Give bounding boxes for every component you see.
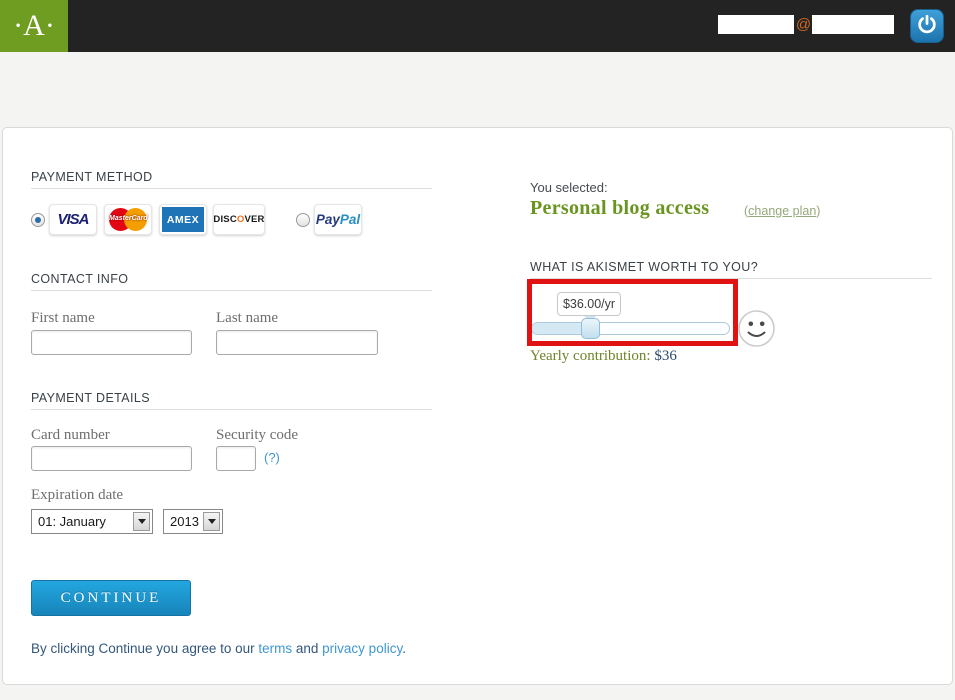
akismet-logo[interactable]: ·A· [0, 0, 68, 52]
discover-icon: DISCOVER [213, 214, 264, 225]
expiration-month-value: 01: January [32, 514, 133, 529]
privacy-policy-link[interactable]: privacy policy [322, 641, 402, 656]
security-code-help-link[interactable]: (?) [264, 450, 280, 465]
card-number-label: Card number [31, 427, 110, 444]
payment-details-divider [31, 409, 432, 410]
last-name-label: Last name [216, 310, 278, 327]
first-name-label: First name [31, 310, 95, 327]
worth-divider [530, 278, 932, 279]
change-plan-link[interactable]: (change plan) [744, 204, 820, 218]
contribution-amount: $36 [654, 348, 677, 364]
smiley-face-icon [737, 309, 776, 353]
terms-link[interactable]: terms [258, 641, 292, 656]
expiration-year-select[interactable]: 2013 [163, 509, 223, 534]
contribution-slider[interactable] [531, 322, 730, 335]
amex-card-icon[interactable]: AMEX [159, 204, 207, 235]
month-dropdown-button[interactable] [133, 512, 150, 531]
paypal-icon: PayPal [316, 212, 360, 227]
plan-name: Personal blog access [530, 197, 709, 220]
continue-button[interactable]: CONTINUE [31, 580, 191, 616]
expiration-date-label: Expiration date [31, 487, 123, 504]
year-dropdown-button[interactable] [203, 512, 220, 531]
visa-card-icon[interactable]: VISA [49, 204, 97, 235]
header-bar: ·A· @ [0, 0, 955, 52]
amex-icon: AMEX [162, 207, 204, 232]
mastercard-icon: MasterCard [109, 208, 147, 231]
power-icon [916, 13, 938, 40]
expiration-month-select[interactable]: 01: January [31, 509, 153, 534]
legal-text: By clicking Continue you agree to our te… [31, 641, 406, 656]
you-selected-label: You selected: [530, 180, 608, 195]
mastercard-card-icon[interactable]: MasterCard [104, 204, 152, 235]
contact-info-title: CONTACT INFO [31, 272, 128, 286]
slider-value-tooltip: $36.00/yr [557, 292, 621, 316]
chevron-down-icon [138, 519, 146, 524]
payment-method-title: PAYMENT METHOD [31, 170, 153, 184]
slider-handle[interactable] [581, 318, 600, 339]
yearly-contribution: Yearly contribution: $36 [530, 348, 677, 365]
last-name-input[interactable] [216, 330, 378, 355]
payment-method-divider [31, 188, 432, 189]
security-code-input[interactable] [216, 446, 256, 471]
discover-card-icon[interactable]: DISCOVER [213, 204, 265, 235]
chevron-down-icon [208, 519, 216, 524]
email-at-separator: @ [795, 15, 812, 34]
credit-card-radio[interactable] [31, 213, 45, 227]
logout-button[interactable] [910, 9, 944, 43]
paypal-radio[interactable] [296, 213, 310, 227]
security-code-label: Security code [216, 427, 298, 444]
paypal-card-icon[interactable]: PayPal [314, 204, 362, 235]
card-number-input[interactable] [31, 446, 192, 471]
first-name-input[interactable] [31, 330, 192, 355]
email-domain-redacted [812, 15, 894, 34]
contact-info-divider [31, 290, 432, 291]
page: ·A· @ PAYMENT METHOD VISA MasterCard AME… [0, 0, 955, 700]
email-user-redacted [718, 15, 794, 34]
worth-title: WHAT IS AKISMET WORTH TO YOU? [530, 260, 758, 274]
visa-icon: VISA [57, 211, 88, 228]
expiration-year-value: 2013 [164, 514, 203, 529]
payment-details-title: PAYMENT DETAILS [31, 391, 150, 405]
